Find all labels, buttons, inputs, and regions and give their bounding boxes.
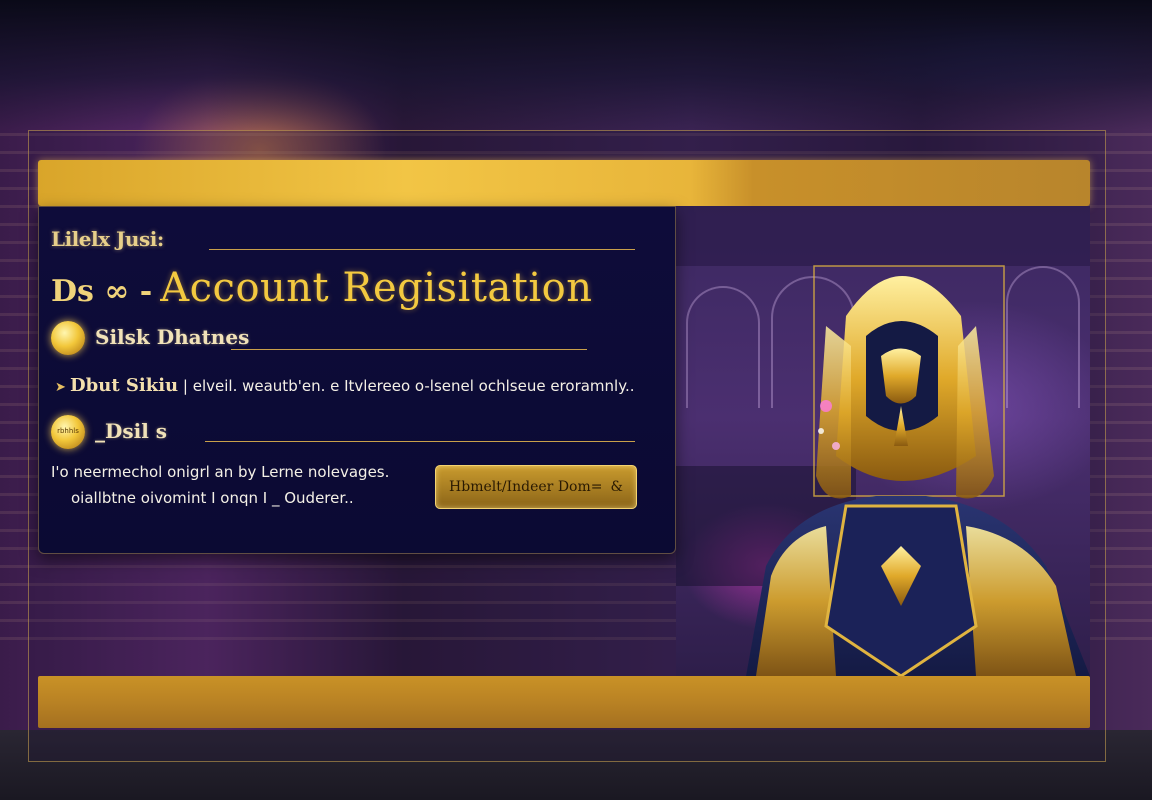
section-heading-1: Silsk Dhatnes	[95, 325, 250, 349]
bullet-arrow-icon: ➤	[55, 380, 71, 395]
title-row: Ds ∞ - Account Regisitation	[51, 265, 592, 311]
orb-label: rbhhls	[57, 427, 79, 435]
section-orb-icon: rbhhls	[51, 415, 85, 449]
hero-artwork	[676, 206, 1090, 676]
page-title: Account Regisitation	[160, 265, 593, 311]
section-heading-2: _Dsil s	[95, 419, 168, 443]
register-button-label: Hbmelt/Indeer Dom=	[449, 479, 603, 495]
register-button[interactable]: Hbmelt/Indeer Dom= &	[435, 465, 637, 509]
divider	[205, 441, 635, 442]
divider	[209, 249, 635, 250]
title-prefix: Ds ∞ -	[51, 274, 153, 309]
footer-bar	[38, 676, 1090, 728]
description-line: I'o neermechol onigrl an by Lerne noleva…	[51, 463, 390, 481]
description-line: oiallbtne oivomint I onqn I _ Ouderer..	[71, 489, 354, 507]
panel-eyebrow: Lilelx Jusi:	[51, 227, 164, 251]
header-bar	[38, 160, 1090, 206]
registration-panel: Lilelx Jusi: Ds ∞ - Account Regisitation…	[38, 206, 676, 554]
info-row-text: | elveil. weautb'en. e Itvlereeo o-lsene…	[182, 377, 635, 395]
info-row-label: Dbut Sikiu	[70, 375, 179, 396]
section-orb-icon	[51, 321, 85, 355]
info-row: ➤ Dbut Sikiu | elveil. weautb'en. e Itvl…	[55, 375, 634, 396]
ampersand-icon: &	[610, 479, 623, 495]
background-top-shade	[0, 0, 1152, 130]
golden-knight-illustration	[746, 265, 1090, 676]
divider	[231, 349, 587, 350]
